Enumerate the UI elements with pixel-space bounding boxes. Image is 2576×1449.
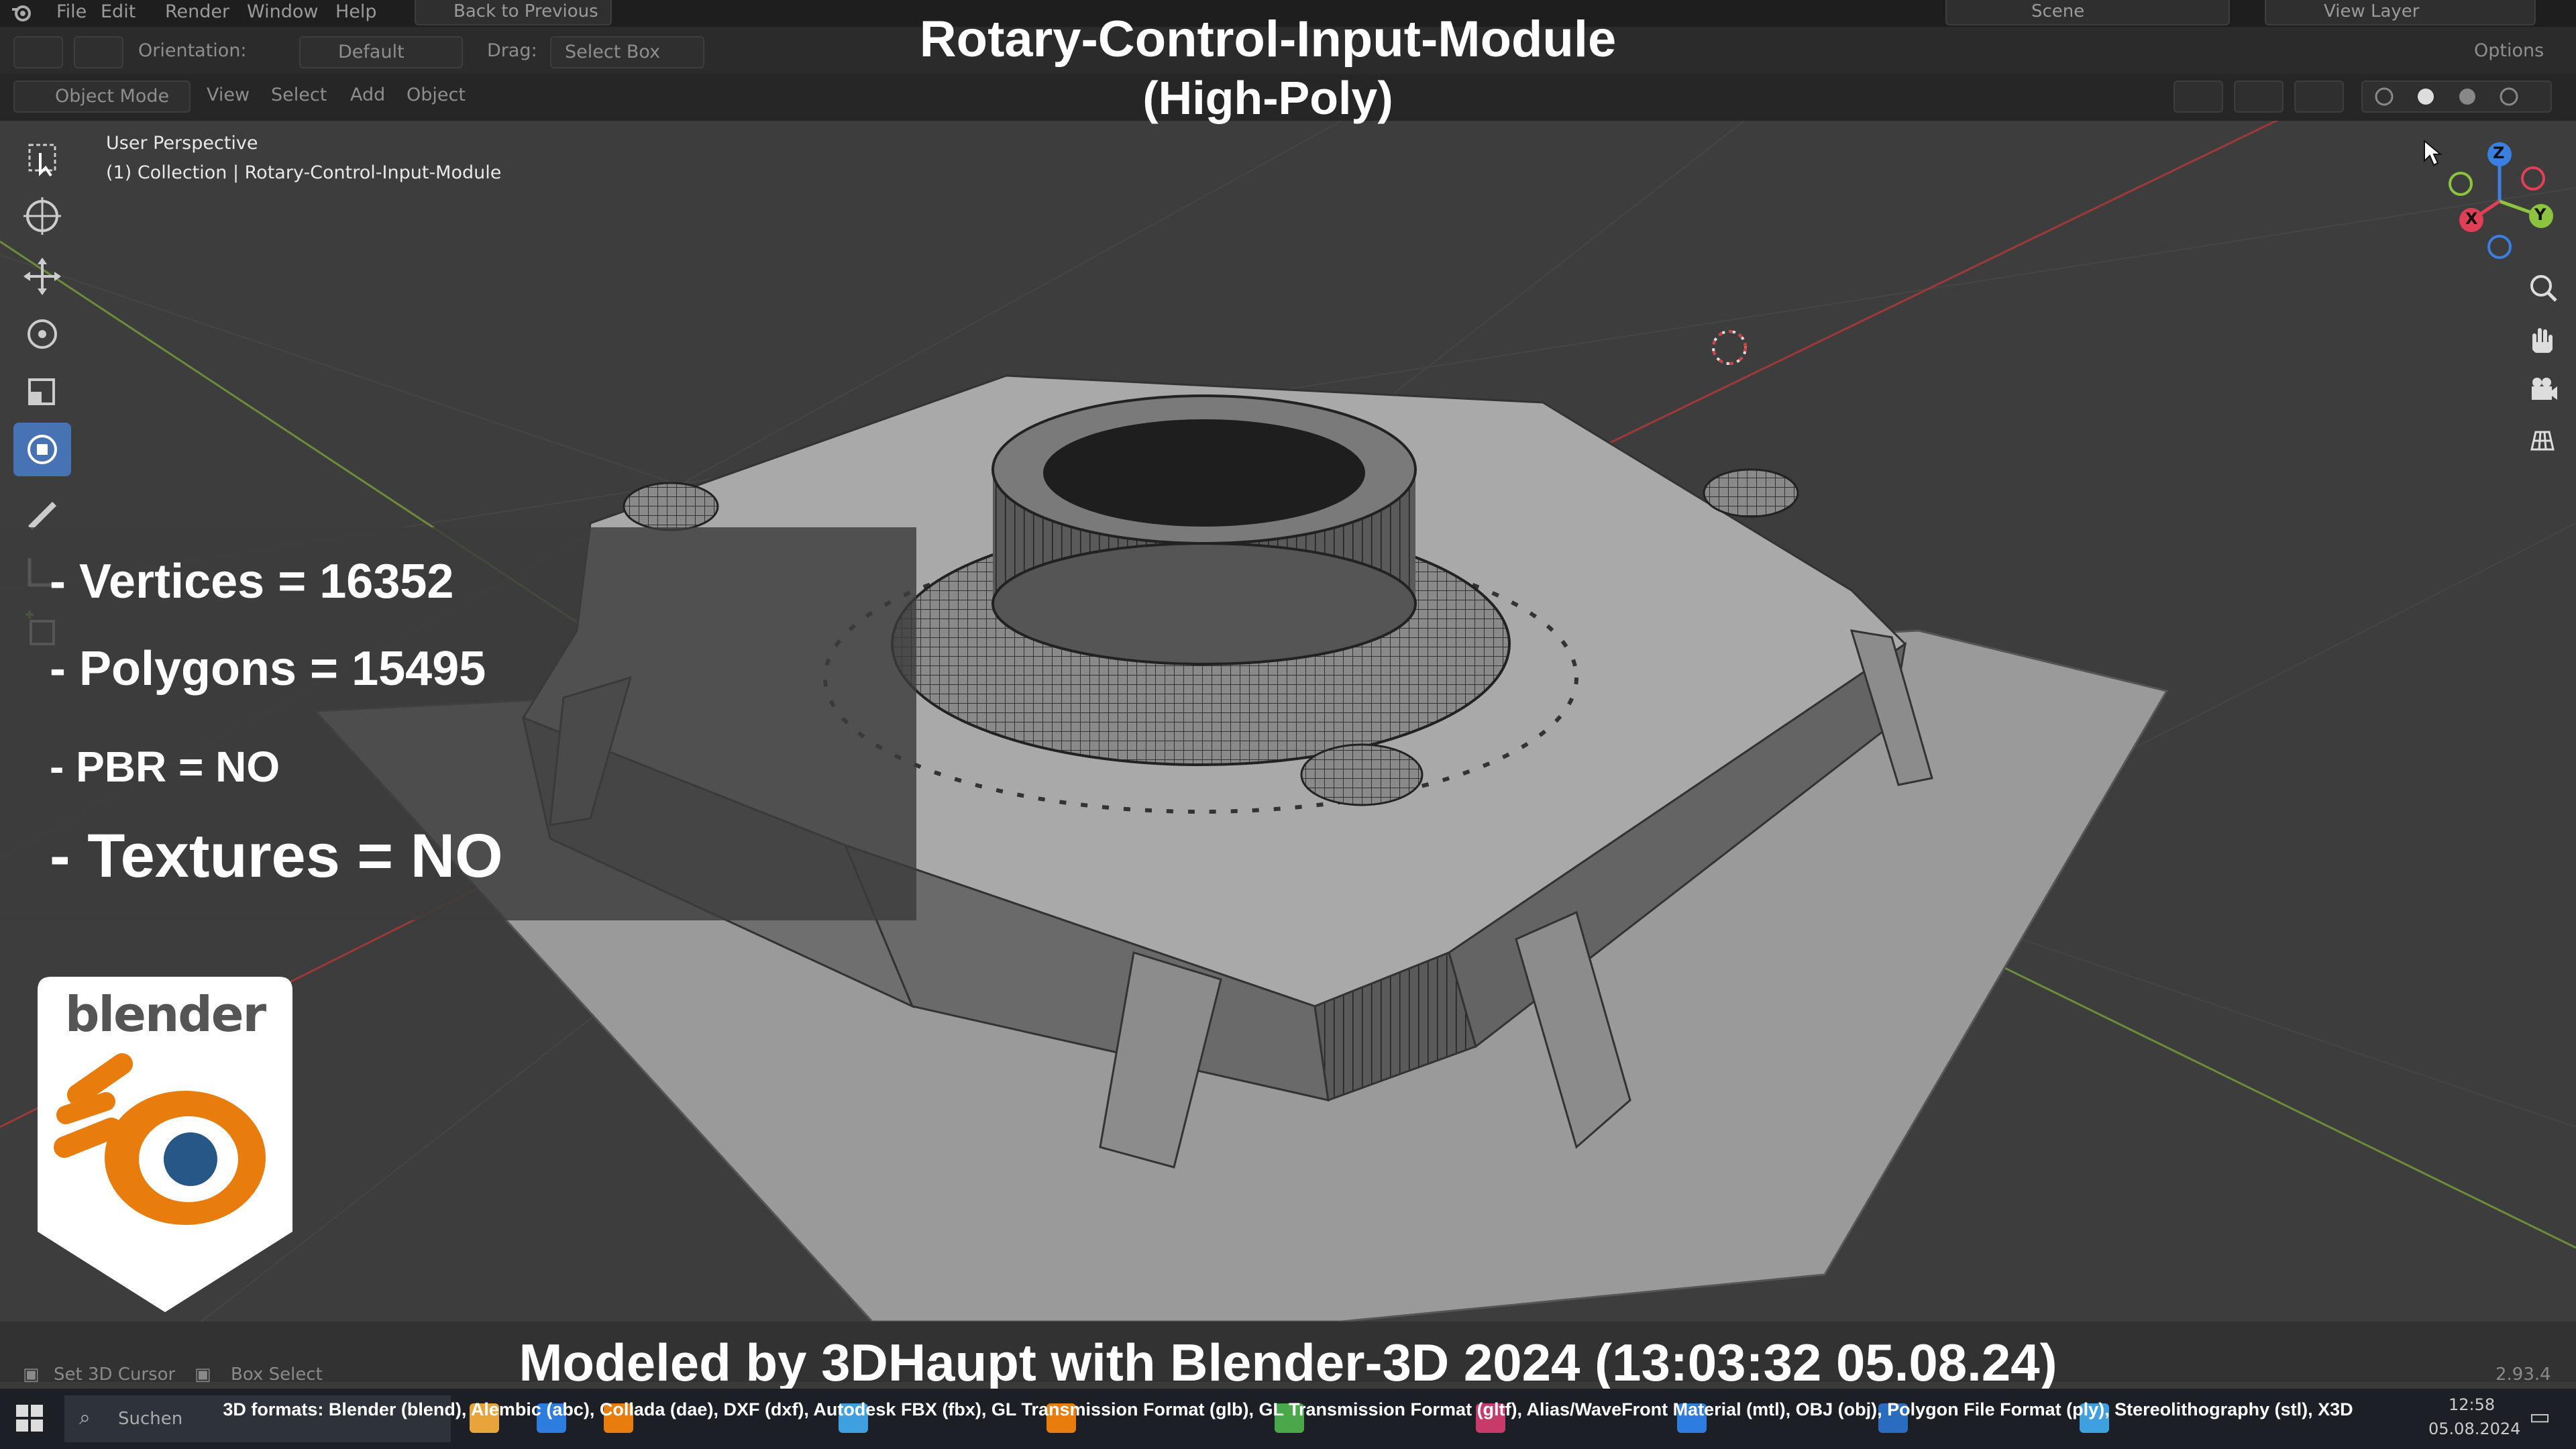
back-to-previous-button[interactable]: Back to Previous xyxy=(415,0,612,25)
model-subtitle: (High-Poly) xyxy=(1142,72,1393,124)
taskbar-date: 05.08.2024 xyxy=(2428,1419,2521,1438)
select-box-icon xyxy=(28,144,56,177)
knob-top-center xyxy=(1043,419,1365,527)
options-menu[interactable]: Options xyxy=(2474,36,2544,66)
pbr-stat: - PBR = NO xyxy=(50,743,280,791)
knob-base-edge xyxy=(991,542,1417,665)
overlay-toggle-button[interactable] xyxy=(2294,80,2344,113)
gizmo-toggle-button[interactable] xyxy=(2234,80,2284,113)
screw-left xyxy=(623,482,719,531)
collection-label: (1) Collection | Rotary-Control-Input-Mo… xyxy=(106,162,502,183)
screw-right xyxy=(1703,468,1799,518)
shading-mode-buttons[interactable] xyxy=(2361,80,2552,113)
blender-logo: blender xyxy=(38,977,292,1312)
rotate-tool[interactable] xyxy=(13,307,71,361)
camera-view-button[interactable] xyxy=(2522,370,2563,411)
visibility-button[interactable] xyxy=(2174,80,2223,113)
camera-icon xyxy=(2532,378,2557,400)
zoom-button[interactable] xyxy=(2522,268,2563,309)
menu-help[interactable]: Help xyxy=(335,0,377,24)
menu-render[interactable]: Render xyxy=(165,0,229,24)
menu-file[interactable]: File xyxy=(56,0,87,24)
blender-app-icon[interactable] xyxy=(9,1,34,25)
scene-selector[interactable]: Scene xyxy=(1945,0,2230,25)
viewport-menu-select[interactable]: Select xyxy=(271,80,327,110)
mode-dropdown[interactable]: Object Mode xyxy=(13,80,191,113)
gizmo-x-label: X xyxy=(2465,209,2478,228)
cursor-icon xyxy=(23,197,61,235)
title-block: Rotary-Control-Input-Module (High-Poly) xyxy=(738,9,1798,126)
textures-stat: - Textures = NO xyxy=(50,822,503,890)
vertices-stat: - Vertices = 16352 xyxy=(50,555,454,608)
grid-icon xyxy=(2530,431,2555,451)
viewport-menu-object[interactable]: Object xyxy=(407,80,466,110)
drag-label: Drag: xyxy=(487,40,537,61)
polygons-stat: - Polygons = 15495 xyxy=(50,642,486,696)
formats-line: 3D formats: Blender (blend), Alembic (ab… xyxy=(223,1399,2353,1419)
transform-icon xyxy=(28,435,57,464)
view-layer-selector[interactable]: View Layer xyxy=(2265,0,2536,25)
mouse-pointer-icon xyxy=(2424,140,2443,166)
pan-button[interactable] xyxy=(2522,319,2563,360)
ortho-toggle-button[interactable] xyxy=(2522,420,2563,460)
transform-tool[interactable] xyxy=(13,423,71,476)
viewport-menu-add[interactable]: Add xyxy=(350,80,385,110)
tool-settings-button[interactable] xyxy=(74,36,123,68)
shading-icons xyxy=(2375,87,2518,106)
drag-dropdown[interactable]: Select Box xyxy=(550,36,704,68)
scale-icon xyxy=(28,378,55,405)
orientation-label: Orientation: xyxy=(138,40,247,61)
cursor-tool[interactable] xyxy=(13,189,71,243)
x-axis-line xyxy=(1609,121,2279,444)
orientation-dropdown[interactable]: Default xyxy=(299,36,463,68)
editor-type-button[interactable] xyxy=(13,36,63,68)
gizmo-y-label: Y xyxy=(2534,205,2546,224)
zoom-icon xyxy=(2530,275,2557,302)
move-icon xyxy=(23,258,61,295)
gizmo-z-label: Z xyxy=(2493,144,2505,162)
credit-line: Modeled by 3DHaupt with Blender-3D 2024 … xyxy=(519,1333,2057,1392)
model-title: Rotary-Control-Input-Module xyxy=(919,11,1617,68)
screw-front xyxy=(1300,743,1424,806)
menu-window[interactable]: Window xyxy=(247,0,318,24)
menu-edit[interactable]: Edit xyxy=(101,0,136,24)
stats-overlay-panel: - Vertices = 16352 - Polygons = 15495 - … xyxy=(0,527,916,920)
y-axis-line-2 xyxy=(1918,924,2576,1249)
3d-cursor-icon xyxy=(1712,330,1747,365)
rotate-icon xyxy=(28,319,57,349)
perspective-label: User Perspective xyxy=(106,133,258,154)
scale-tool[interactable] xyxy=(13,365,71,419)
select-box-tool[interactable] xyxy=(13,131,71,185)
blender-logo-text: blender xyxy=(64,986,266,1042)
viewport-menu-view[interactable]: View xyxy=(207,80,250,110)
hand-icon xyxy=(2532,328,2553,353)
move-tool[interactable] xyxy=(13,250,71,303)
